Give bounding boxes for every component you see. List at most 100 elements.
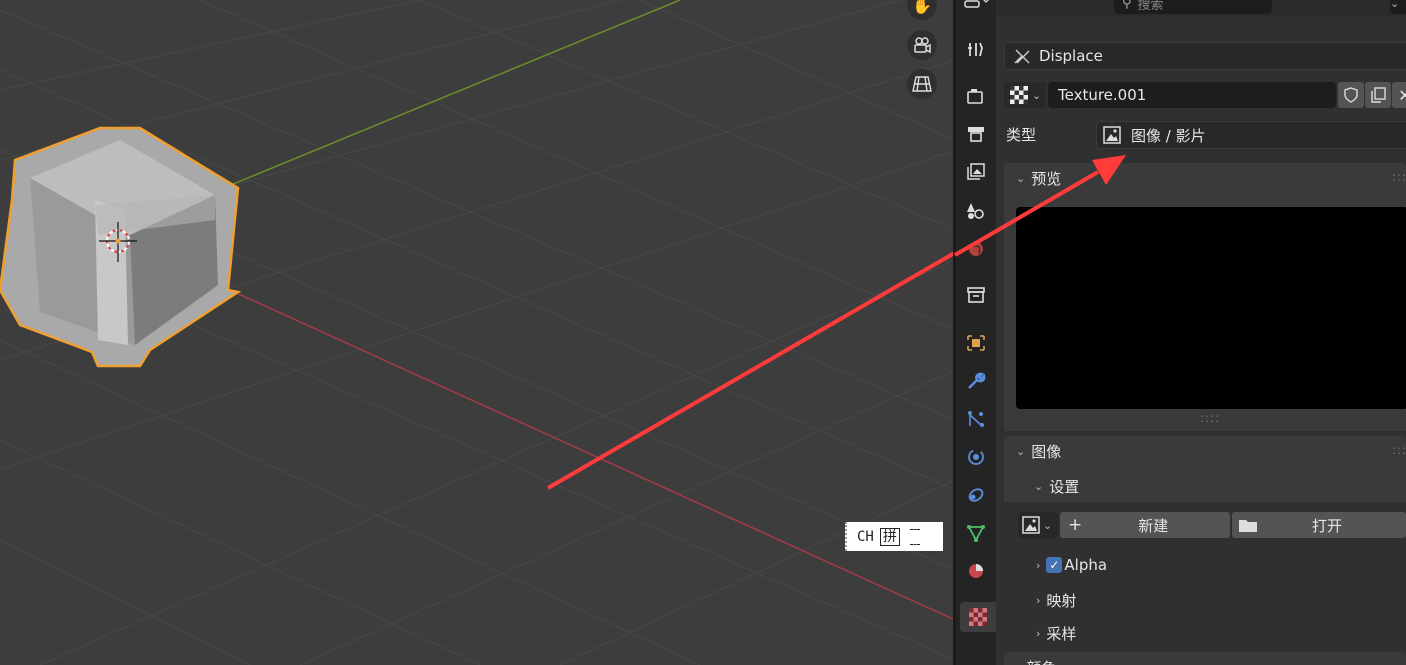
- object-icon: [967, 335, 985, 351]
- particles-icon: [968, 411, 984, 427]
- tab-material[interactable]: [960, 556, 992, 586]
- texture-context-selector[interactable]: Displace: [1004, 42, 1406, 70]
- tab-data[interactable]: [960, 518, 992, 548]
- texture-type-dropdown[interactable]: 图像 / 影片: [1096, 121, 1406, 149]
- open-image-label: 打开: [1312, 516, 1343, 535]
- selected-cube-object[interactable]: [0, 126, 242, 368]
- drag-handle-icon[interactable]: ::::: [1392, 443, 1406, 457]
- printer-icon: [968, 127, 984, 142]
- texture-name-field[interactable]: Texture.001: [1048, 82, 1336, 108]
- editor-type-icon: [964, 0, 989, 8]
- unlink-texture-button[interactable]: ✕: [1392, 82, 1406, 108]
- viewport-scene: [0, 0, 955, 665]
- ime-toolbar[interactable]: CH 拼: [845, 522, 943, 551]
- mapping-label: 映射: [1046, 592, 1077, 610]
- chevron-down-icon: ⌄: [1043, 518, 1053, 532]
- tab-object[interactable]: [960, 328, 992, 358]
- options-dropdown[interactable]: ⌄: [1390, 0, 1406, 14]
- new-image-label: 新建: [1138, 516, 1169, 535]
- ime-pinyin-indicator[interactable]: 拼: [879, 527, 900, 546]
- tab-collection[interactable]: [960, 280, 992, 310]
- expand-icon[interactable]: [909, 528, 920, 545]
- chevron-down-icon: ⌄: [1390, 0, 1400, 10]
- search-icon: ⚲: [1122, 0, 1132, 11]
- mesh-data-icon: [967, 525, 985, 542]
- alpha-subpanel-header[interactable]: › ✓ Alpha: [1036, 556, 1107, 574]
- x-axis-line: [119, 239, 955, 621]
- colors-panel-title: 颜色: [1026, 657, 1056, 665]
- chevron-down-icon: ⌄: [1032, 88, 1042, 102]
- physics-icon: [968, 449, 984, 465]
- properties-search[interactable]: ⚲ 搜索: [1114, 0, 1272, 14]
- editor-type-button[interactable]: [960, 0, 992, 16]
- hand-icon: ✋: [912, 0, 932, 15]
- ortho-toggle-button[interactable]: [907, 69, 937, 99]
- search-placeholder: 搜索: [1137, 0, 1164, 13]
- collection-box-icon: [967, 287, 985, 303]
- chevron-down-icon: ⌄: [1016, 171, 1026, 185]
- new-image-button[interactable]: + 新建: [1060, 512, 1230, 538]
- preview-panel-body: ::::: [1004, 193, 1406, 431]
- texture-browse-button[interactable]: ⌄: [1004, 82, 1046, 108]
- displace-modifier-icon: [1014, 49, 1030, 64]
- tab-output[interactable]: [960, 119, 992, 149]
- tab-particles[interactable]: [960, 404, 992, 434]
- tab-constraints[interactable]: [960, 480, 992, 510]
- drag-handle-icon[interactable]: ::::: [1392, 170, 1406, 184]
- ime-mode[interactable]: CH: [857, 529, 874, 545]
- checker-texture-icon: [969, 608, 987, 626]
- material-sphere-icon: [969, 564, 983, 578]
- chevron-right-icon: ›: [1036, 594, 1041, 607]
- mapping-subpanel-header[interactable]: › 映射: [1036, 590, 1076, 611]
- image-icon: [1022, 516, 1040, 534]
- modifier-name: Displace: [1039, 47, 1103, 65]
- tab-texture[interactable]: [960, 602, 996, 632]
- folder-icon: [1239, 520, 1257, 532]
- wrench-icon: [968, 372, 986, 389]
- preview-title: 预览: [1031, 169, 1062, 188]
- render-camera-icon: [967, 89, 983, 104]
- checker-texture-icon: [1010, 86, 1028, 104]
- colors-panel-header[interactable]: › 颜色: [1004, 652, 1406, 665]
- tab-tool[interactable]: [960, 34, 992, 64]
- chevron-right-icon: ›: [1016, 661, 1020, 665]
- settings-title: 设置: [1049, 478, 1080, 496]
- texture-type-value: 图像 / 影片: [1131, 126, 1206, 145]
- settings-subpanel-header[interactable]: ⌄ 设置: [1034, 476, 1079, 497]
- camera-icon: [914, 37, 931, 54]
- camera-view-button[interactable]: [907, 30, 937, 60]
- alpha-label: Alpha: [1064, 556, 1108, 574]
- type-label: 类型: [1006, 126, 1037, 144]
- tab-world[interactable]: [960, 234, 992, 264]
- chevron-down-icon: ⌄: [1034, 480, 1044, 493]
- chevron-down-icon: ⌄: [1016, 444, 1026, 458]
- image-panel-header[interactable]: ⌄ 图像: [1004, 436, 1406, 466]
- image-panel-title: 图像: [1031, 442, 1062, 461]
- plus-icon: +: [1068, 515, 1083, 535]
- properties-tab-column: [956, 0, 996, 665]
- image-browse-button[interactable]: ⌄: [1018, 512, 1058, 538]
- alpha-checkbox[interactable]: ✓: [1046, 557, 1063, 573]
- copy-icon: [1371, 87, 1386, 103]
- tab-modifiers[interactable]: [960, 366, 992, 396]
- texture-preview-image: [1016, 207, 1406, 409]
- image-stack-icon: [967, 163, 985, 180]
- texture-type-label: 类型: [1006, 124, 1036, 145]
- fake-user-button[interactable]: [1338, 82, 1364, 108]
- preview-panel-header[interactable]: ⌄ 预览: [1004, 163, 1406, 193]
- tab-scene[interactable]: [960, 196, 992, 226]
- close-icon: ✕: [1398, 85, 1406, 105]
- grid-icon: [912, 76, 932, 92]
- tab-physics[interactable]: [960, 442, 992, 472]
- image-icon: [1103, 126, 1121, 144]
- texture-name: Texture.001: [1058, 86, 1147, 104]
- tab-view-layer[interactable]: [960, 157, 992, 187]
- resize-handle-icon[interactable]: ::::: [1200, 411, 1220, 425]
- 3d-viewport[interactable]: ✋: [0, 0, 955, 665]
- constraint-icon: [968, 488, 984, 502]
- duplicate-texture-button[interactable]: [1365, 82, 1391, 108]
- sampling-subpanel-header[interactable]: › 采样: [1036, 623, 1076, 644]
- chevron-right-icon: ›: [1036, 558, 1041, 572]
- open-image-button[interactable]: 打开: [1232, 512, 1406, 538]
- tab-render[interactable]: [960, 81, 992, 111]
